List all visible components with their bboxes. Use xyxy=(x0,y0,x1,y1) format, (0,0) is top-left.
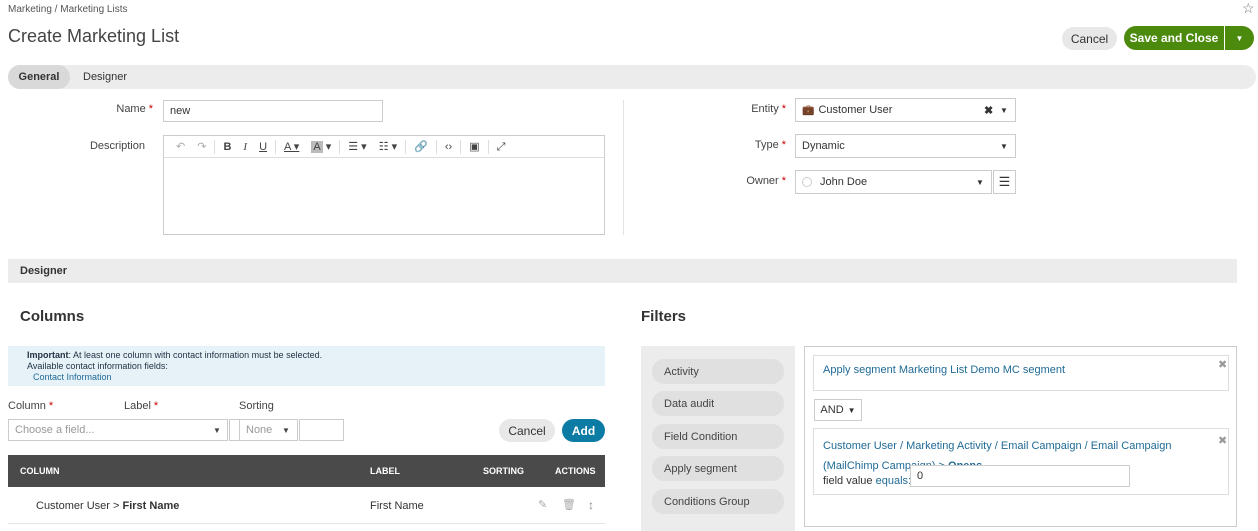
text-color-icon[interactable]: A ▾ xyxy=(278,140,305,154)
caret-down-icon: ▼ xyxy=(976,177,984,187)
header-sorting[interactable]: SORTING xyxy=(483,466,524,476)
underline-icon[interactable]: U xyxy=(253,140,273,154)
filter-item-conditions-group[interactable]: Conditions Group xyxy=(652,489,784,514)
numbered-list-icon[interactable]: ☷ ▾ xyxy=(373,140,403,154)
columns-info-box: Important: At least one column with cont… xyxy=(8,346,605,386)
owner-list-button[interactable]: ☰ xyxy=(993,170,1016,194)
cancel-button[interactable]: Cancel xyxy=(1062,27,1117,50)
filter-criteria-list: Activity Data audit Field Condition Appl… xyxy=(641,346,795,531)
caret-down-icon: ▼ xyxy=(213,425,221,435)
contact-information-link[interactable]: Contact Information xyxy=(27,372,605,383)
edit-icon[interactable]: ✎ xyxy=(538,498,547,511)
bold-icon[interactable]: B xyxy=(217,140,237,154)
caret-down-icon[interactable]: ▼ xyxy=(1000,106,1008,115)
fullscreen-icon[interactable]: ⤢ xyxy=(491,140,512,154)
label-label: Label * xyxy=(124,400,159,412)
redo-icon[interactable]: ↷ xyxy=(191,140,212,154)
operator-select[interactable]: AND ▼ xyxy=(814,399,862,421)
menu-icon: ☰ xyxy=(998,174,1011,189)
owner-label: Owner * xyxy=(746,175,786,187)
sorting-label: Sorting xyxy=(239,400,274,412)
condition-field[interactable]: Customer User / Marketing Activity / Ema… xyxy=(813,428,1229,495)
remove-condition-icon[interactable]: ✖ xyxy=(1218,431,1227,451)
filters-heading: Filters xyxy=(641,308,687,325)
save-and-close-button[interactable]: Save and Close xyxy=(1124,26,1224,50)
caret-down-icon: ▼ xyxy=(1235,33,1244,43)
column-divider xyxy=(623,100,624,235)
columns-heading: Columns xyxy=(20,308,85,325)
description-label: Description xyxy=(89,140,145,152)
designer-section-header: Designer xyxy=(8,259,1237,283)
entity-select[interactable]: 💼 Customer User ✖ ▼ xyxy=(795,98,1016,122)
italic-icon[interactable]: I xyxy=(237,140,253,154)
column-field-select[interactable]: Choose a field... ▼ xyxy=(8,419,228,441)
avatar xyxy=(802,177,812,187)
filter-item-activity[interactable]: Activity xyxy=(652,359,784,384)
column-cancel-button[interactable]: Cancel xyxy=(499,419,555,442)
breadcrumb[interactable]: Marketing / Marketing Lists xyxy=(8,4,128,15)
filter-conditions-box: Apply segment Marketing List Demo MC seg… xyxy=(804,346,1237,527)
type-select[interactable]: Dynamic ▼ xyxy=(795,134,1016,158)
bullet-list-icon[interactable]: ☰ ▾ xyxy=(342,140,372,154)
name-input[interactable]: new xyxy=(163,100,383,122)
drag-handle-icon[interactable]: ↕ xyxy=(588,498,594,512)
entity-label: Entity * xyxy=(751,103,786,115)
link-icon[interactable]: 🔗 xyxy=(408,140,434,154)
favorite-star-icon[interactable]: ☆ xyxy=(1242,0,1255,17)
name-label: Name * xyxy=(116,103,153,115)
filter-item-data-audit[interactable]: Data audit xyxy=(652,391,784,416)
editor-toolbar: ↶ ↷ B I U A ▾ A ▾ ☰ ▾ ☷ ▾ 🔗 ‹› ▣ ⤢ xyxy=(164,136,604,158)
condition-segment[interactable]: Apply segment Marketing List Demo MC seg… xyxy=(813,355,1229,391)
remove-condition-icon[interactable]: ✖ xyxy=(1218,358,1227,371)
columns-table-header: COLUMN LABEL SORTING ACTIONS xyxy=(8,455,605,487)
save-options-dropdown[interactable]: ▼ xyxy=(1225,26,1254,50)
sorting-extra-input[interactable] xyxy=(299,419,344,441)
tab-general[interactable]: General xyxy=(8,65,70,89)
column-add-button[interactable]: Add xyxy=(562,419,605,442)
code-icon[interactable]: ‹› xyxy=(439,140,458,154)
header-actions: ACTIONS xyxy=(555,466,596,476)
condition-value-input[interactable]: 0 xyxy=(910,465,1130,487)
caret-down-icon: ▼ xyxy=(847,405,856,415)
tab-designer[interactable]: Designer xyxy=(83,71,127,83)
briefcase-icon: 💼 xyxy=(802,104,815,116)
clear-icon[interactable]: ✖ xyxy=(984,104,993,117)
background-color-icon[interactable]: A ▾ xyxy=(305,140,337,154)
image-icon[interactable]: ▣ xyxy=(463,140,485,154)
caret-down-icon: ▼ xyxy=(282,425,290,435)
sorting-select[interactable]: None ▼ xyxy=(239,419,298,441)
header-label[interactable]: LABEL xyxy=(370,466,400,476)
page-title: Create Marketing List xyxy=(8,26,180,46)
row-label: First Name xyxy=(370,500,424,512)
row-column: Customer User > First Name xyxy=(36,500,180,512)
table-row: Customer User > First Name First Name ✎ … xyxy=(8,488,605,524)
column-label: Column * xyxy=(8,400,54,412)
owner-select[interactable]: John Doe ▼ xyxy=(795,170,992,194)
type-label: Type * xyxy=(754,139,786,151)
delete-icon[interactable]: 🗑 xyxy=(562,498,576,511)
tab-bar xyxy=(8,65,1256,89)
filter-item-apply-segment[interactable]: Apply segment xyxy=(652,456,784,481)
caret-down-icon: ▼ xyxy=(1000,141,1008,151)
filter-item-field-condition[interactable]: Field Condition xyxy=(652,424,784,449)
undo-icon[interactable]: ↶ xyxy=(170,140,191,154)
condition-value-row: field value equals: xyxy=(823,475,912,487)
header-column[interactable]: COLUMN xyxy=(20,466,60,476)
description-editor[interactable]: ↶ ↷ B I U A ▾ A ▾ ☰ ▾ ☷ ▾ 🔗 ‹› ▣ ⤢ xyxy=(163,135,605,235)
